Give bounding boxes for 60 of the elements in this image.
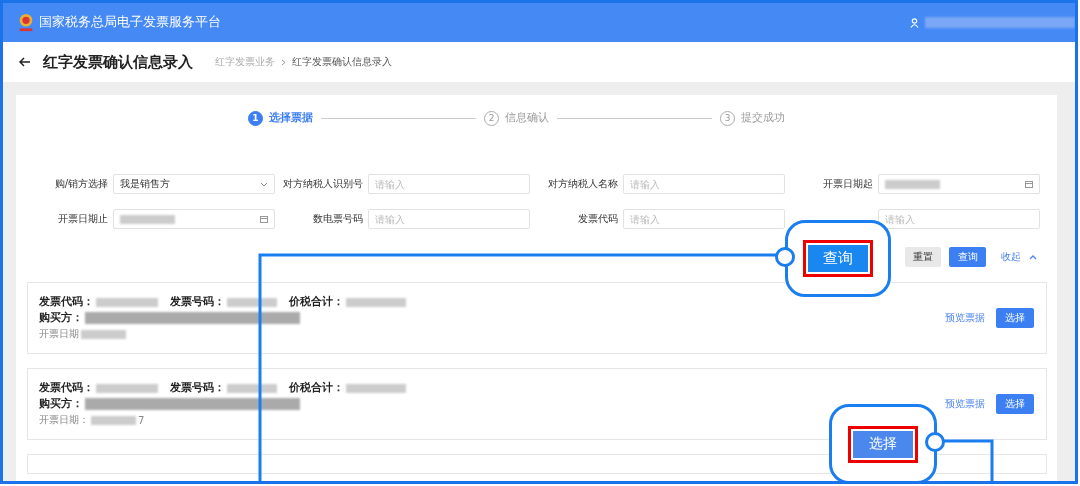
select-field[interactable]: 我是销售方: [113, 174, 275, 194]
query-button[interactable]: 查询: [803, 240, 873, 277]
select-button[interactable]: 选择: [848, 425, 918, 463]
date-value: 7: [138, 414, 145, 426]
calendar-icon: [1025, 180, 1033, 188]
select-button[interactable]: 选择: [996, 308, 1034, 328]
input-field[interactable]: 请输入: [878, 209, 1040, 229]
calendar-icon: [260, 215, 268, 223]
redacted-date: [120, 214, 175, 224]
step-number: 1: [248, 110, 263, 126]
field-label: 发票代码: [577, 212, 618, 226]
invoice-number-label: 发票号码：: [170, 381, 225, 395]
step-label: 信息确认: [505, 111, 549, 125]
date-field[interactable]: [878, 174, 1040, 194]
redacted-value: [346, 297, 406, 307]
redacted-value: [227, 383, 277, 393]
select-button[interactable]: 选择: [996, 394, 1034, 414]
buyer-label: 购买方：: [39, 397, 83, 411]
back-arrow-icon[interactable]: [19, 57, 31, 67]
field-label: 开票日期起: [822, 177, 873, 191]
field-label: 对方纳税人名称: [547, 177, 618, 191]
step-label: 选择票据: [269, 111, 313, 125]
breadcrumb-link[interactable]: 红字发票业务: [215, 55, 275, 69]
invoice-code-label: 发票代码：: [39, 381, 94, 395]
reset-button[interactable]: 重置: [905, 247, 941, 267]
field-label: 开票日期止: [57, 212, 108, 226]
query-button[interactable]: 查询: [949, 247, 986, 267]
step-label: 提交成功: [741, 111, 785, 125]
redacted-value: [91, 415, 136, 425]
user-icon: [910, 17, 919, 28]
redacted-value: [227, 297, 277, 307]
emblem-icon: [17, 12, 35, 33]
page-title: 红字发票确认信息录入: [43, 52, 193, 72]
redacted-value: [81, 329, 126, 339]
invoice-code-label: 发票代码：: [39, 295, 94, 309]
total-label: 价税合计：: [289, 295, 344, 309]
redacted-value: [346, 383, 406, 393]
field-label: 数电票号码: [312, 212, 363, 226]
input-field[interactable]: 请输入: [623, 174, 785, 194]
preview-link[interactable]: 预览票据: [945, 397, 985, 411]
chevron-right-icon: [281, 58, 286, 66]
invoice-number-label: 发票号码：: [170, 295, 225, 309]
redacted-date: [885, 179, 940, 189]
preview-link[interactable]: 预览票据: [945, 311, 985, 325]
input-field[interactable]: 请输入: [623, 209, 785, 229]
chevron-down-icon: [260, 181, 268, 187]
input-field[interactable]: 请输入: [368, 209, 530, 229]
date-label: 开票日期：: [39, 413, 89, 427]
total-label: 价税合计：: [289, 381, 344, 395]
platform-title: 国家税务总局电子发票服务平台: [39, 14, 221, 31]
field-label: 购/销方选择: [53, 177, 108, 191]
date-label: 开票日期: [39, 327, 79, 341]
buyer-label: 购买方：: [39, 311, 83, 325]
collapse-link[interactable]: 收起: [1001, 250, 1021, 264]
redacted-value: [96, 383, 158, 393]
date-field[interactable]: [113, 209, 275, 229]
redacted-value: [96, 297, 158, 307]
field-label: 对方纳税人识别号: [282, 177, 363, 191]
input-field[interactable]: 请输入: [368, 174, 530, 194]
chevron-up-icon: [1029, 254, 1037, 260]
